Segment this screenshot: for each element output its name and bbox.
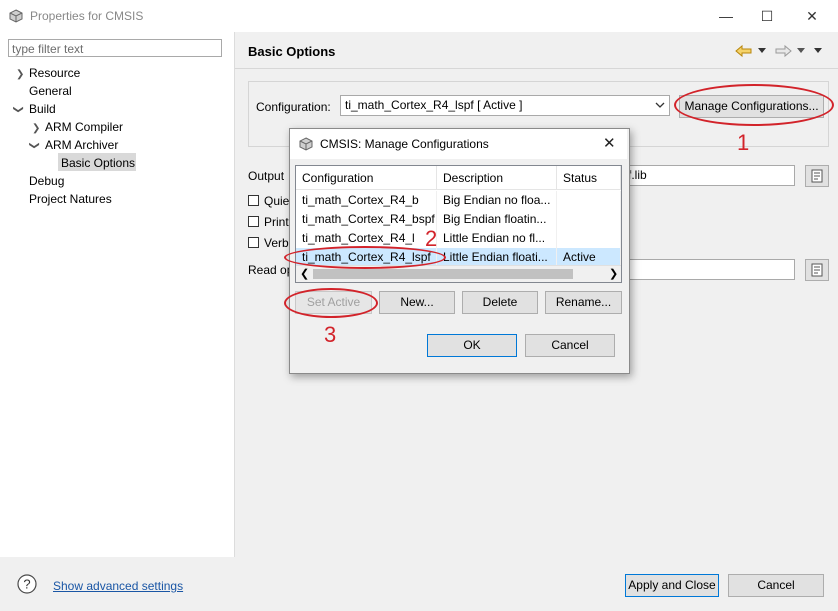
print-checkbox[interactable] bbox=[248, 216, 259, 227]
dialog-title: CMSIS: Manage Configurations bbox=[320, 137, 489, 151]
table-row[interactable]: ti_math_Cortex_R4_l Little Endian no fl.… bbox=[296, 229, 621, 248]
dialog-title-bar: CMSIS: Manage Configurations ✕ bbox=[290, 129, 627, 159]
quiet-checkbox[interactable] bbox=[248, 195, 259, 206]
scroll-right-icon[interactable]: ❯ bbox=[609, 267, 618, 280]
show-advanced-settings-link[interactable]: Show advanced settings bbox=[53, 579, 183, 593]
back-arrow-icon[interactable] bbox=[734, 43, 754, 59]
close-icon[interactable]: ✕ bbox=[800, 6, 824, 26]
column-header-description[interactable]: Description bbox=[437, 166, 557, 190]
output-browse-button[interactable] bbox=[805, 165, 829, 187]
filter-input[interactable]: type filter text bbox=[8, 39, 222, 57]
table-row[interactable]: ti_math_Cortex_R4_bspf Big Endian floati… bbox=[296, 210, 621, 229]
cube-icon bbox=[9, 9, 23, 23]
ok-button[interactable]: OK bbox=[427, 334, 517, 357]
back-dropdown-icon[interactable] bbox=[757, 47, 767, 55]
tree-item-debug[interactable]: Debug bbox=[29, 174, 64, 188]
maximize-icon[interactable]: ☐ bbox=[755, 6, 779, 26]
tree-item-basic-options[interactable]: Basic Options bbox=[61, 156, 135, 170]
quiet-label: Quie bbox=[264, 194, 290, 208]
help-icon[interactable]: ? bbox=[17, 574, 37, 594]
tree-item-arm-archiver[interactable]: ARM Archiver bbox=[45, 138, 118, 152]
svg-text:?: ? bbox=[23, 577, 30, 592]
description-cell: Big Endian floatin... bbox=[437, 210, 557, 229]
chevron-right-icon[interactable]: ❯ bbox=[16, 69, 24, 80]
configuration-label: Configuration: bbox=[256, 100, 331, 114]
category-tree-pane: type filter text ❯ Resource General ❯ Bu… bbox=[0, 32, 235, 557]
tree-item-general[interactable]: General bbox=[29, 84, 72, 98]
column-header-configuration[interactable]: Configuration bbox=[296, 166, 437, 190]
read-options-label: Read op bbox=[248, 263, 294, 277]
bottom-bar: ? Show advanced settings Apply and Close… bbox=[0, 557, 838, 611]
tree-item-arm-compiler[interactable]: ARM Compiler bbox=[45, 120, 123, 134]
window-title: Properties for CMSIS bbox=[30, 9, 144, 23]
properties-window: Properties for CMSIS — ☐ ✕ type filter t… bbox=[0, 0, 838, 611]
annotation-ellipse-2 bbox=[284, 246, 446, 269]
forward-arrow-icon[interactable] bbox=[773, 43, 793, 59]
table-row[interactable]: ti_math_Cortex_R4_b Big Endian no floa..… bbox=[296, 191, 621, 210]
forward-dropdown-icon[interactable] bbox=[796, 47, 806, 55]
chevron-down-icon[interactable]: ❯ bbox=[29, 141, 40, 149]
configuration-select[interactable]: ti_math_Cortex_R4_lspf [ Active ] bbox=[340, 95, 670, 116]
variables-icon bbox=[811, 169, 823, 183]
dialog-cancel-button[interactable]: Cancel bbox=[525, 334, 615, 357]
status-cell bbox=[557, 191, 621, 210]
header-separator bbox=[235, 68, 838, 69]
page-title: Basic Options bbox=[248, 44, 336, 59]
variables-icon bbox=[811, 263, 823, 277]
title-bar: Properties for CMSIS — ☐ ✕ bbox=[0, 0, 838, 32]
output-field-value: f.lib bbox=[628, 168, 647, 182]
scrollbar-thumb[interactable] bbox=[313, 269, 573, 279]
read-options-field[interactable] bbox=[623, 259, 795, 280]
annotation-number-1: 1 bbox=[737, 130, 750, 155]
chevron-down-icon bbox=[655, 102, 665, 108]
annotation-number-2: 2 bbox=[425, 226, 438, 251]
tree-item-resource[interactable]: Resource bbox=[29, 66, 80, 80]
column-header-status[interactable]: Status bbox=[557, 166, 621, 190]
annotation-ellipse-1 bbox=[674, 84, 834, 126]
chevron-right-icon[interactable]: ❯ bbox=[32, 123, 40, 134]
delete-button[interactable]: Delete bbox=[462, 291, 538, 314]
chevron-down-icon[interactable]: ❯ bbox=[13, 105, 24, 113]
configuration-cell: ti_math_Cortex_R4_b bbox=[296, 191, 437, 210]
configuration-cell: ti_math_Cortex_R4_bspf bbox=[296, 210, 437, 229]
close-icon[interactable]: ✕ bbox=[603, 134, 616, 152]
print-label: Print bbox=[264, 215, 289, 229]
description-cell: Little Endian no fl... bbox=[437, 229, 557, 248]
new-button[interactable]: New... bbox=[379, 291, 455, 314]
cancel-button[interactable]: Cancel bbox=[728, 574, 824, 597]
status-cell bbox=[557, 210, 621, 229]
scroll-left-icon[interactable]: ❮ bbox=[300, 267, 309, 280]
status-cell bbox=[557, 229, 621, 248]
configuration-select-value: ti_math_Cortex_R4_lspf [ Active ] bbox=[345, 98, 523, 112]
description-cell: Big Endian no floa... bbox=[437, 191, 557, 210]
cube-icon bbox=[299, 137, 313, 151]
annotation-number-3: 3 bbox=[324, 322, 337, 347]
output-field[interactable]: f.lib bbox=[623, 165, 795, 186]
annotation-ellipse-3 bbox=[284, 288, 378, 318]
verbose-checkbox[interactable] bbox=[248, 237, 259, 248]
apply-and-close-button[interactable]: Apply and Close bbox=[625, 574, 719, 597]
rename-button[interactable]: Rename... bbox=[545, 291, 622, 314]
output-label: Output bbox=[248, 169, 285, 183]
minimize-icon[interactable]: — bbox=[714, 6, 738, 26]
tree-item-project-natures[interactable]: Project Natures bbox=[29, 192, 112, 206]
tree-item-build[interactable]: Build bbox=[29, 102, 56, 116]
read-options-browse-button[interactable] bbox=[805, 259, 829, 281]
view-menu-icon[interactable] bbox=[813, 47, 823, 55]
